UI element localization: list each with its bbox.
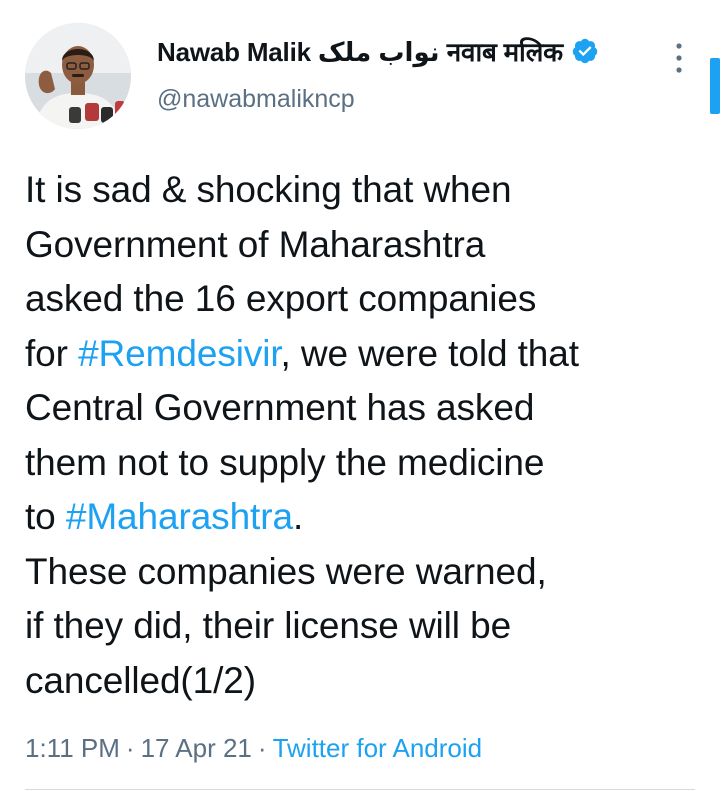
author-name-row[interactable]: Nawab Malik نواب ملک नवाब मलिक	[157, 31, 657, 71]
tweet-text: It is sad & shocking that when Government…	[25, 163, 705, 708]
tweet-text-segment: These companies were warned,	[25, 550, 547, 592]
verified-badge-icon	[572, 38, 598, 64]
author-display-name[interactable]: Nawab Malik نواب ملک नवाब मलिक	[157, 33, 563, 69]
tweet-text-segment: Government of Maharashtra	[25, 223, 486, 265]
author-handle[interactable]: @nawabmalikncp	[157, 85, 657, 117]
avatar[interactable]	[25, 23, 131, 129]
tweet-text-segment: asked the 16 export companies	[25, 278, 537, 319]
tweet-text-line: if they did, their license will be	[25, 599, 705, 654]
tweet-text-segment: for	[25, 332, 79, 374]
tweet-text-line: Central Government has asked	[25, 381, 705, 436]
tweet-card: Nawab Malik نواب ملک नवाब मलिक @nawabmal…	[0, 0, 720, 792]
tweet-text-line: It is sad & shocking that when	[25, 163, 705, 218]
more-vertical-icon[interactable]	[666, 38, 692, 78]
hashtag-link[interactable]: #Maharashtra	[66, 496, 293, 537]
meta-separator: ·	[125, 733, 135, 763]
tweet-text-line: them not to supply the medicine	[25, 436, 705, 491]
tweet-text-line: asked the 16 export companies	[25, 272, 705, 327]
tweet-header: Nawab Malik نواب ملک नवाब मलिक @nawabmal…	[157, 31, 657, 117]
tweet-text-segment: if they did, their license will be	[25, 605, 512, 646]
tweet-text-line: cancelled(1/2)	[25, 654, 705, 709]
tweet-source-link[interactable]: Twitter for Android	[273, 733, 483, 763]
hashtag-link[interactable]: #Remdesivir	[78, 333, 281, 374]
tweet-text-segment: cancelled(1/2)	[25, 659, 257, 701]
tweet-text-segment: , we were told that	[280, 332, 579, 374]
tweet-time[interactable]: 1:11 PM	[25, 733, 120, 763]
tweet-text-segment: Central Government has asked	[25, 387, 535, 428]
tweet-meta: 1:11 PM · 17 Apr 21 · Twitter for Android	[25, 730, 482, 766]
meta-separator: ·	[257, 733, 267, 763]
tweet-text-segment: them not to supply the medicine	[25, 441, 545, 483]
avatar-photo-icon	[25, 23, 131, 129]
tweet-text-segment: to	[25, 496, 66, 537]
tweet-date[interactable]: 17 Apr 21	[141, 733, 252, 763]
tweet-text-line: to #Maharashtra.	[25, 490, 705, 545]
scrollbar-thumb[interactable]	[710, 58, 720, 114]
tweet-text-line: These companies were warned,	[25, 545, 705, 600]
divider	[25, 789, 695, 790]
tweet-text-line: Government of Maharashtra	[25, 218, 705, 273]
tweet-text-segment: .	[292, 496, 304, 537]
tweet-text-segment: It is sad & shocking that when	[25, 169, 512, 210]
tweet-text-line: for #Remdesivir, we were told that	[25, 327, 705, 382]
